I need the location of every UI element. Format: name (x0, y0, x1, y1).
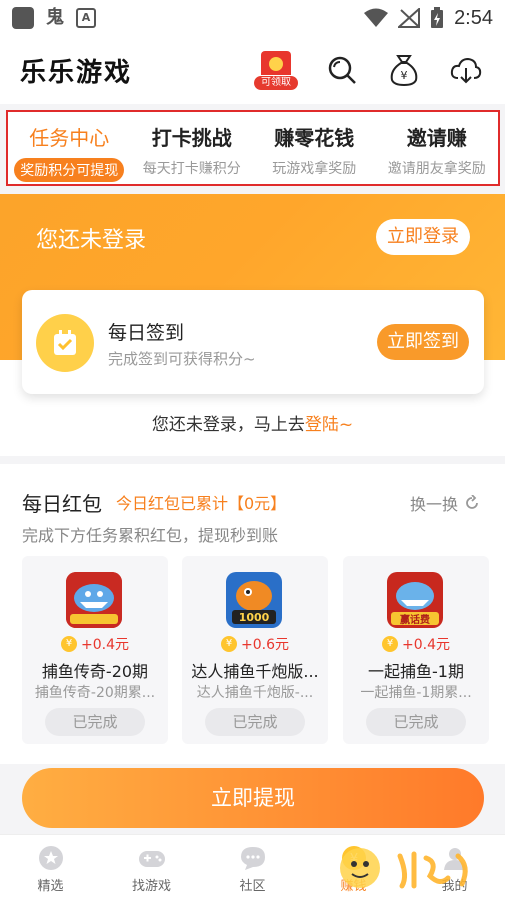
search-button[interactable] (323, 51, 361, 89)
game-thumbnail (66, 572, 122, 628)
game-thumbnail: 1000 (226, 572, 282, 628)
withdraw-button[interactable]: 立即提现 (22, 768, 484, 828)
game-card[interactable]: 赢话费 ¥ +0.4元 一起捕鱼-1期 一起捕鱼-1期累... 已完成 (343, 556, 489, 744)
game-subtitle: 捕鱼传奇-20期累... (34, 685, 156, 701)
game-reward: +0.4元 (81, 637, 129, 653)
money-bag-button[interactable]: ¥ (385, 51, 423, 89)
tab-title: 打卡挑战 (151, 126, 232, 150)
search-icon (328, 56, 356, 84)
not-logged-in-title: 您还未登录 (36, 228, 147, 253)
nav-featured[interactable]: 精选 (0, 835, 101, 899)
battery-icon (431, 7, 444, 28)
tab-title: 邀请赚 (406, 126, 467, 150)
red-packet-label: 可领取 (253, 75, 299, 91)
nav-label: 我的 (441, 879, 468, 894)
download-button[interactable] (447, 51, 485, 89)
status-bar: 鬼 A 2:54 (0, 0, 505, 36)
completed-badge: 已完成 (45, 708, 145, 736)
daily-checkin-card: 每日签到 完成签到可获得积分~ 立即签到 (22, 290, 484, 394)
coin-icon: ¥ (382, 636, 398, 652)
no-signal-icon (398, 8, 421, 28)
nav-earn[interactable]: ¥ 赚钱 (303, 835, 404, 899)
red-packet-title: 每日红包 (22, 492, 102, 516)
nav-community[interactable]: 社区 (202, 835, 303, 899)
tab-title: 任务中心 (29, 126, 110, 150)
clock: 2:54 (454, 6, 493, 29)
game-subtitle: 达人捕鱼千炮版-... (196, 685, 314, 701)
earn-icon: ¥ (341, 846, 366, 870)
login-prompt: 您还未登录，马上去登陆~ (0, 410, 505, 435)
cloud-download-icon (450, 57, 482, 84)
checkin-button[interactable]: 立即签到 (377, 324, 469, 360)
tab-subtitle: 奖励积分可提现 (14, 158, 125, 182)
community-icon (240, 847, 265, 870)
red-packet-accumulated: 今日红包已累计【0元】 (116, 494, 287, 513)
thumb-text: 1000 (239, 611, 270, 624)
thumb-text: 赢话费 (400, 613, 430, 626)
tab-pocket-money[interactable]: 赚零花钱 玩游戏拿奖励 (253, 112, 376, 184)
game-card[interactable]: ¥ +0.4元 捕鱼传奇-20期 捕鱼传奇-20期累... 已完成 (22, 556, 168, 744)
ghost-notification-icon: 鬼 (46, 7, 64, 28)
tab-checkin-challenge[interactable]: 打卡挑战 每天打卡赚积分 (131, 112, 254, 184)
game-reward: +0.6元 (241, 637, 289, 653)
game-name: 达人捕鱼千炮版... (191, 662, 319, 681)
bottom-nav: 精选 找游戏 社区 ¥ 赚钱 我的 (0, 834, 505, 899)
gamepad-icon (138, 851, 165, 867)
wifi-icon (364, 8, 389, 27)
nav-label: 精选 (37, 879, 64, 894)
coin-icon (269, 57, 283, 71)
featured-icon (38, 846, 63, 870)
tab-subtitle: 邀请朋友拿奖励 (387, 161, 486, 177)
game-subtitle: 一起捕鱼-1期累... (360, 685, 472, 701)
svg-text:¥: ¥ (401, 69, 408, 82)
red-packet-button[interactable]: 可领取 (253, 49, 299, 91)
tab-title: 赚零花钱 (274, 126, 355, 150)
app-header: 乐乐游戏 可领取 ¥ (0, 36, 505, 104)
profile-icon (443, 848, 466, 870)
task-tab-strip: 任务中心 奖励积分可提现 打卡挑战 每天打卡赚积分 赚零花钱 玩游戏拿奖励 邀请… (6, 110, 500, 186)
nav-label: 找游戏 (131, 879, 171, 894)
red-packet-description: 完成下方任务累积红包，提现秒到账 (22, 526, 279, 545)
completed-badge: 已完成 (366, 708, 466, 736)
login-button[interactable]: 立即登录 (376, 219, 470, 255)
tab-task-center[interactable]: 任务中心 奖励积分可提现 (8, 112, 131, 184)
refresh-icon (466, 495, 478, 509)
tab-invite[interactable]: 邀请赚 邀请朋友拿奖励 (376, 112, 499, 184)
game-reward: +0.4元 (402, 637, 450, 653)
calendar-check-icon (36, 314, 94, 372)
nav-label: 社区 (239, 879, 266, 894)
game-name: 一起捕鱼-1期 (368, 662, 464, 681)
keyboard-a-icon: A (76, 8, 96, 28)
money-bag-icon: ¥ (390, 55, 418, 86)
game-thumbnail: 赢话费 (387, 572, 443, 628)
checkin-subtitle: 完成签到可获得积分~ (108, 350, 256, 368)
app-title: 乐乐游戏 (20, 57, 133, 88)
refresh-button[interactable]: 换一换 (410, 491, 480, 515)
login-link[interactable]: 登陆~ (305, 415, 353, 435)
refresh-label: 换一换 (410, 495, 459, 514)
svg-text:¥: ¥ (349, 852, 357, 867)
nav-find-games[interactable]: 找游戏 (101, 835, 202, 899)
nav-label: 赚钱 (340, 879, 367, 894)
app-notification-icon (12, 7, 34, 29)
game-card[interactable]: 1000 ¥ +0.6元 达人捕鱼千炮版... 达人捕鱼千炮版-... 已完成 (182, 556, 328, 744)
login-prompt-text: 您还未登录，马上去 (151, 415, 305, 435)
checkin-title: 每日签到 (108, 322, 185, 344)
coin-icon: ¥ (61, 636, 77, 652)
completed-badge: 已完成 (205, 708, 305, 736)
tab-subtitle: 每天打卡赚积分 (142, 161, 241, 177)
tab-subtitle: 玩游戏拿奖励 (272, 161, 357, 177)
game-name: 捕鱼传奇-20期 (41, 662, 149, 681)
coin-icon: ¥ (221, 636, 237, 652)
nav-profile[interactable]: 我的 (404, 835, 505, 899)
